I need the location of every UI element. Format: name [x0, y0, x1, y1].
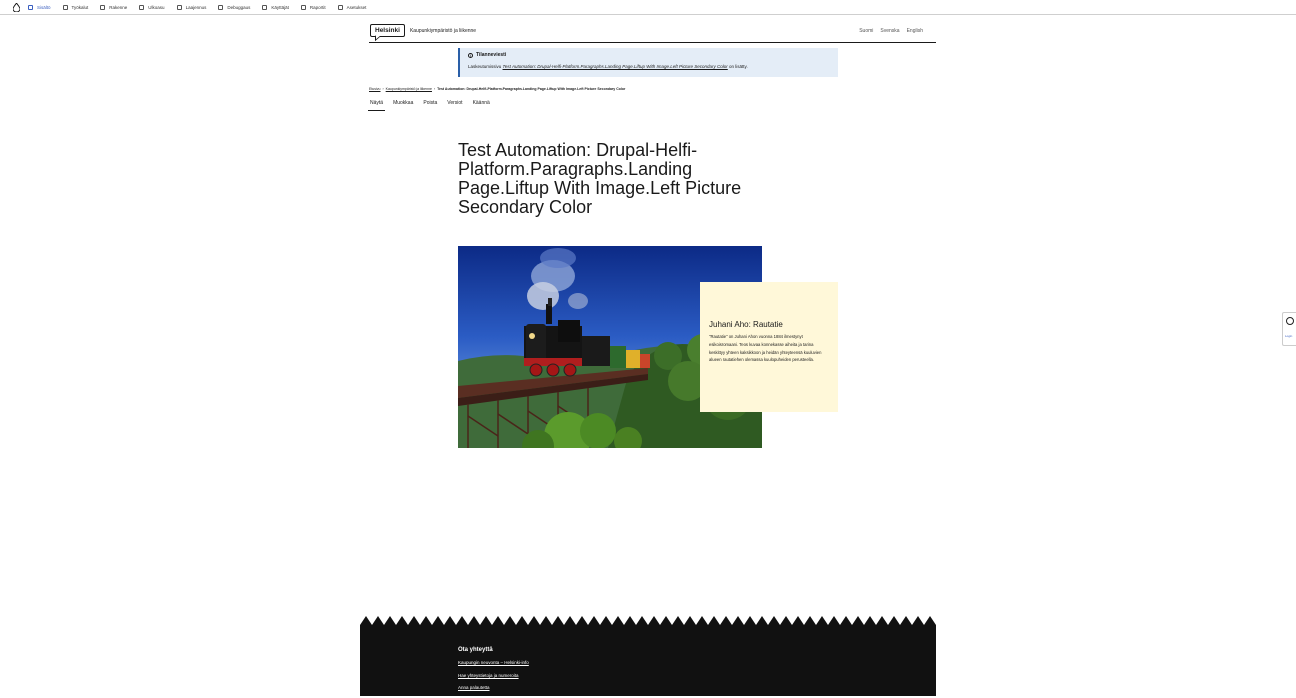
- breadcrumb-current: Test Automation: Drupal-Helfi-Platform.P…: [437, 87, 626, 91]
- lang-en[interactable]: English: [907, 28, 923, 34]
- toolbar-item-label: Debuggaus: [227, 4, 251, 10]
- debug-icon: [218, 4, 224, 10]
- reports-icon: [300, 4, 306, 10]
- footer-koro-shape: [360, 616, 936, 696]
- status-title-row: i Tilanneviesti: [468, 52, 830, 58]
- toolbar-item-1[interactable]: Työkalut: [62, 4, 89, 10]
- breadcrumb-section[interactable]: Kaupunkiympäristö ja liikenne: [386, 87, 432, 91]
- tab-revisions[interactable]: Versiot: [445, 99, 464, 111]
- toolbar-item-2[interactable]: Rakenne: [100, 4, 128, 10]
- liftup-text: "Rautatie" on Juhani Ahon vuonna 1884 il…: [709, 334, 822, 363]
- local-tasks: Näytä Muokkaa Poista Versiot Käännä: [368, 99, 498, 111]
- extend-icon: [176, 4, 182, 10]
- site-footer: Ota yhteyttä Kaupungin neuvonta – Helsin…: [360, 616, 936, 696]
- toolbar-item-label: Asetukset: [346, 4, 367, 10]
- side-login-widget[interactable]: Login: [1282, 312, 1296, 346]
- toolbar-item-label: Ulkoasu: [148, 4, 165, 10]
- toolbar-item-label: Työkalut: [71, 4, 89, 10]
- liftup-text-box: Juhani Aho: Rautatie "Rautatie" on Juhan…: [700, 282, 838, 412]
- status-text: Laskeutumissivu Test Automation: Drupal-…: [468, 64, 830, 69]
- toolbar-item-6[interactable]: Käyttäjät: [262, 4, 289, 10]
- site-name[interactable]: Kaupunkiympäristö ja liikenne: [410, 28, 476, 34]
- lang-fi[interactable]: Suomi: [859, 28, 873, 34]
- toolbar-item-4[interactable]: Laajennus: [176, 4, 207, 10]
- structure-icon: [100, 4, 106, 10]
- footer-link-feedback[interactable]: Anna palautetta: [458, 685, 529, 690]
- footer-link-contacts[interactable]: Hae yhteystietoja ja numeroita: [458, 673, 529, 678]
- status-text-after: on lisätty.: [727, 64, 748, 69]
- breadcrumb-separator: ›: [433, 87, 436, 91]
- tools-icon: [62, 4, 68, 10]
- users-icon: [262, 4, 268, 10]
- info-icon: i: [468, 52, 473, 58]
- helsinki-logo[interactable]: Helsinki: [370, 24, 405, 37]
- status-text-before: Laskeutumissivu: [468, 64, 503, 69]
- liftup-title: Juhani Aho: Rautatie: [709, 320, 783, 329]
- tab-delete[interactable]: Poista: [421, 99, 439, 111]
- toolbar-item-label: Rakenne: [109, 4, 128, 10]
- toolbar-item-8[interactable]: Asetukset: [337, 4, 367, 10]
- tab-view[interactable]: Näytä: [368, 99, 386, 111]
- breadcrumb: Etusivu › Kaupunkiympäristö ja liikenne …: [369, 87, 625, 91]
- toolbar-item-0[interactable]: Sisältö: [28, 4, 51, 10]
- toolbar-item-5[interactable]: Debuggaus: [218, 4, 251, 10]
- toolbar-item-label: Käyttäjät: [271, 4, 289, 10]
- toolbar-item-3[interactable]: Ulkoasu: [139, 4, 165, 10]
- drupal-logo-icon[interactable]: [12, 2, 20, 12]
- status-title: Tilanneviesti: [476, 52, 507, 58]
- footer-link-helsinki-info[interactable]: Kaupungin neuvonta – Helsinki-info: [458, 660, 529, 665]
- footer-links: Kaupungin neuvonta – Helsinki-info Hae y…: [458, 660, 529, 690]
- toolbar-item-label: Sisältö: [37, 4, 51, 10]
- user-icon[interactable]: [1286, 317, 1294, 325]
- tab-edit[interactable]: Muokkaa: [391, 99, 415, 111]
- site-header: Helsinki Kaupunkiympäristö ja liikenne S…: [369, 19, 936, 43]
- breadcrumb-separator: ›: [382, 87, 384, 91]
- status-message: i Tilanneviesti Laskeutumissivu Test Aut…: [458, 48, 838, 77]
- status-link[interactable]: Test Automation: Drupal-Helfi-Platform.P…: [503, 64, 728, 69]
- toolbar-item-label: Raportit: [309, 4, 326, 10]
- language-switcher: Suomi Svenska English: [859, 28, 923, 34]
- toolbar-item-7[interactable]: Raportit: [300, 4, 326, 10]
- admin-toolbar: Sisältö Työkalut Rakenne Ulkoasu Laajennus De…: [0, 0, 1296, 15]
- content-icon: [28, 4, 33, 10]
- footer-heading: Ota yhteyttä: [458, 647, 493, 653]
- footer-contact: Ota yhteyttä Kaupungin neuvonta – Helsin…: [458, 647, 529, 698]
- side-widget-label[interactable]: Login: [1285, 334, 1292, 338]
- appearance-icon: [139, 4, 145, 10]
- breadcrumb-home[interactable]: Etusivu: [369, 87, 380, 91]
- tab-translate[interactable]: Käännä: [471, 99, 492, 111]
- page-title: Test Automation: Drupal-Helfi-Platform.P…: [458, 140, 742, 217]
- toolbar-item-label: Laajennus: [185, 4, 207, 10]
- lang-sv[interactable]: Svenska: [880, 28, 899, 34]
- settings-icon: [337, 4, 343, 10]
